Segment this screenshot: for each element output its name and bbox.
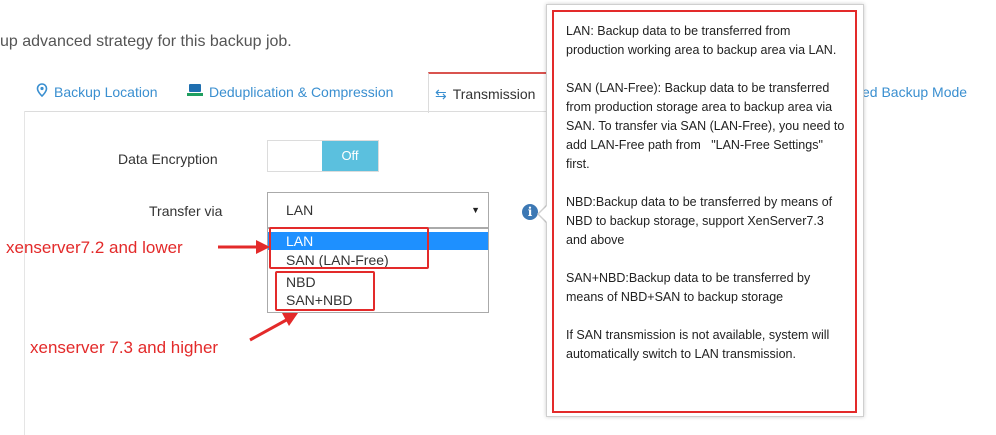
tooltip-san-nbd: SAN+NBD:Backup data to be transferred by… bbox=[566, 271, 811, 304]
tooltip-san-lan-free: SAN (LAN-Free): Backup data to be transf… bbox=[566, 81, 845, 171]
arrowhead-lower bbox=[256, 240, 270, 254]
transfer-help-tooltip: LAN: Backup data to be transferred from … bbox=[546, 4, 864, 417]
tooltip-highlight: LAN: Backup data to be transferred from … bbox=[552, 10, 857, 413]
tooltip-pointer-fill bbox=[539, 206, 547, 222]
arrow-higher bbox=[249, 316, 291, 342]
tooltip-nbd: NBD:Backup data to be transferred by mea… bbox=[566, 195, 833, 247]
info-icon[interactable]: i bbox=[522, 204, 538, 220]
tooltip-lan: LAN: Backup data to be transferred from … bbox=[566, 24, 837, 57]
tooltip-fallback: If SAN transmission is not available, sy… bbox=[566, 328, 830, 361]
